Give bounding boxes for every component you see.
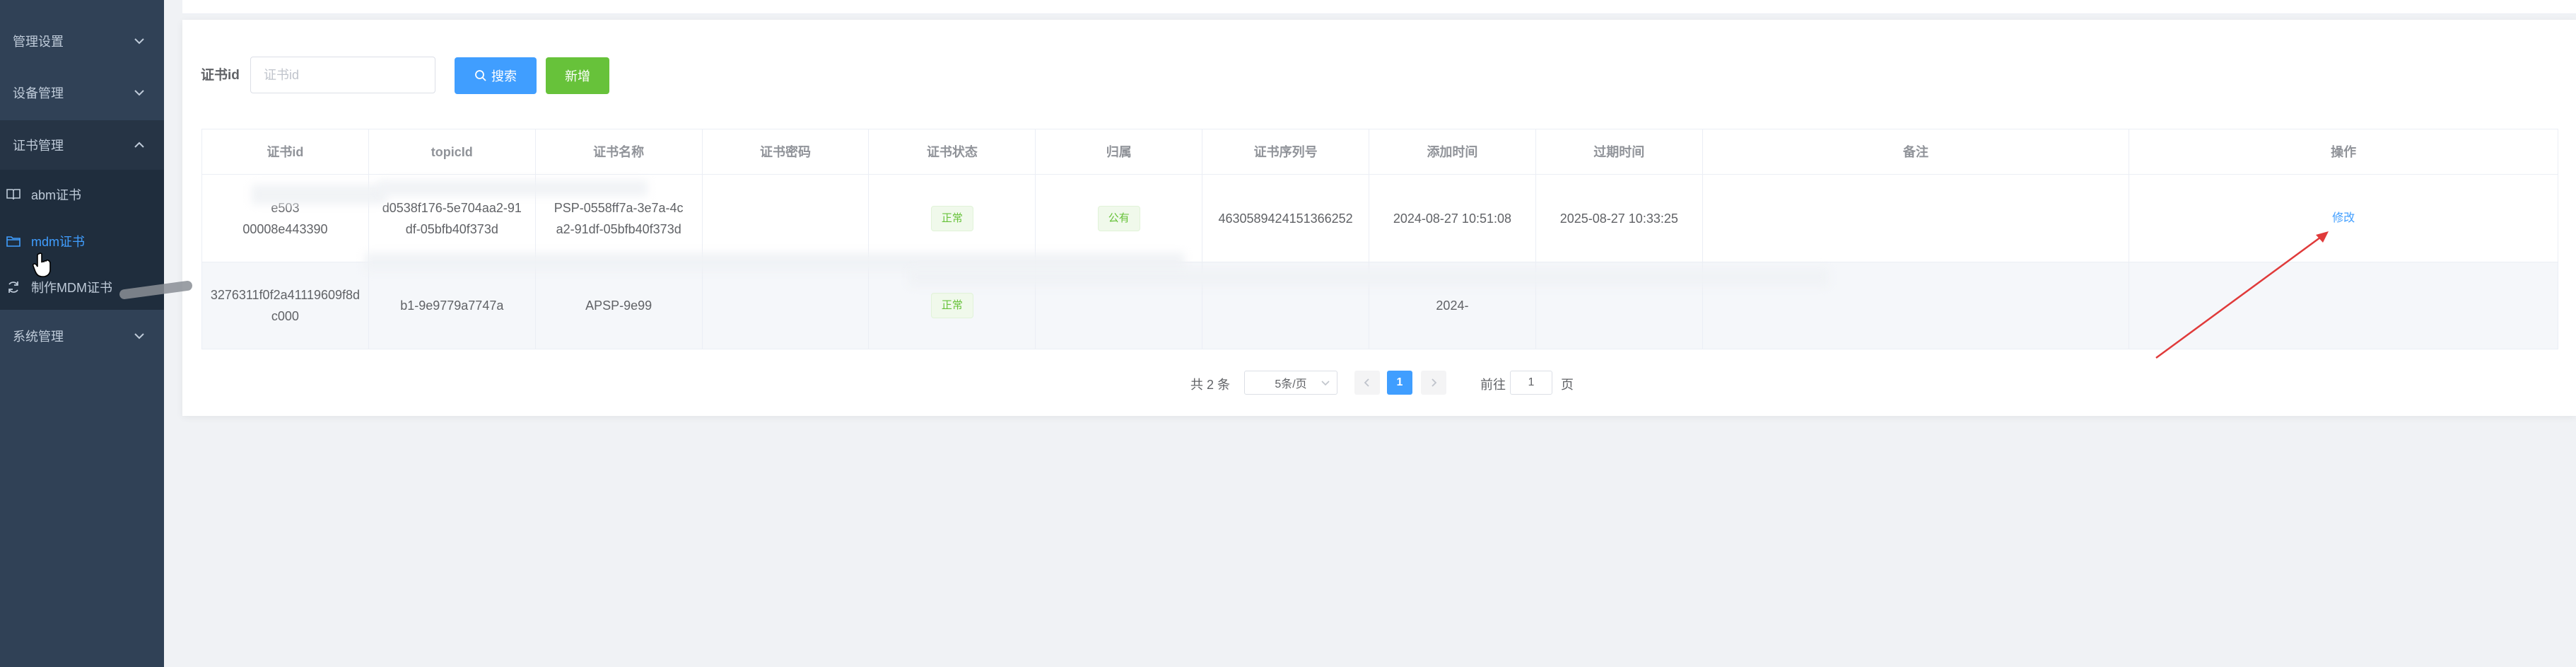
column-header-cert-password[interactable]: 证书密码	[703, 129, 870, 174]
column-header-topic-id[interactable]: topicId	[369, 129, 536, 174]
folder-icon	[6, 233, 21, 249]
pagination-total: 共 2 条	[1190, 378, 1231, 392]
cell-owner: 公有	[1036, 175, 1203, 262]
sidebar-item-label: 证书管理	[13, 139, 64, 153]
cell-actions	[2129, 262, 2558, 349]
sidebar-item-label: 系统管理	[13, 330, 64, 344]
cell-text: APSP-9e99	[585, 298, 652, 313]
cell-cert-password	[703, 262, 870, 349]
cell-cert-password	[703, 175, 870, 262]
certificate-card: 证书id 搜索 新增 证书id topicId 证书名称 证书密码 证书状态 归…	[182, 20, 2576, 416]
column-header-expire-time[interactable]: 过期时间	[1536, 129, 1703, 174]
cell-cert-status: 正常	[869, 175, 1036, 262]
sidebar-item-system-management[interactable]: 系统管理	[0, 311, 164, 361]
edit-link[interactable]: 修改	[2332, 208, 2355, 229]
search-button-label: 搜索	[491, 69, 517, 83]
sidebar-item-label: 设备管理	[13, 86, 64, 100]
filter-label: 证书id	[201, 68, 240, 83]
page-size-select[interactable]: 5条/页	[1244, 371, 1337, 395]
top-bar	[182, 0, 2576, 14]
pagination: 共 2 条 5条/页 1 前往 页	[182, 366, 2576, 399]
sidebar: 管理设置 设备管理 证书管理 abm证书 mdm证书 制作MDM证书 系统管理	[0, 0, 164, 667]
sidebar-subitem-label: abm证书	[31, 188, 82, 202]
column-header-cert-name[interactable]: 证书名称	[536, 129, 703, 174]
sidebar-item-certificate-management[interactable]: 证书管理	[0, 120, 164, 170]
sidebar-subitem-label: 制作MDM证书	[31, 281, 112, 295]
cell-text: c000	[271, 309, 299, 323]
sidebar-subitem-label: mdm证书	[31, 235, 85, 249]
certificate-id-input[interactable]	[250, 57, 435, 93]
cell-text: b1-9e9779a7747a	[400, 298, 504, 313]
column-header-remark[interactable]: 备注	[1703, 129, 2130, 174]
column-header-serial[interactable]: 证书序列号	[1202, 129, 1370, 174]
column-header-cert-id[interactable]: 证书id	[202, 129, 369, 174]
book-icon	[6, 187, 21, 202]
column-header-owner[interactable]: 归属	[1036, 129, 1203, 174]
main-content: 证书id 搜索 新增 证书id topicId 证书名称 证书密码 证书状态 归…	[164, 0, 2576, 667]
chevron-down-icon	[133, 86, 146, 99]
column-header-cert-status[interactable]: 证书状态	[869, 129, 1036, 174]
cell-cert-id: 3276311f0f2a41119609f8d c000	[202, 262, 369, 349]
chevron-right-icon	[1432, 378, 1437, 387]
column-header-added-time[interactable]: 添加时间	[1369, 129, 1536, 174]
hand-cursor-icon	[33, 253, 51, 277]
chevron-down-icon	[133, 35, 146, 47]
column-header-actions[interactable]: 操作	[2129, 129, 2558, 174]
jump-label: 前往	[1480, 378, 1506, 392]
cell-text: PSP-0558ff7a-3e7a-4c	[554, 200, 684, 215]
redaction-smudge	[379, 180, 648, 196]
page-number-button[interactable]: 1	[1387, 371, 1412, 395]
cell-expire-time: 2025-08-27 10:33:25	[1536, 175, 1703, 262]
search-icon	[475, 70, 486, 81]
sidebar-item-device-management[interactable]: 设备管理	[0, 68, 164, 117]
redaction-smudge	[252, 185, 386, 204]
cell-text: 3276311f0f2a41119609f8d	[210, 288, 361, 302]
chevron-down-icon	[1321, 381, 1330, 386]
status-badge: 正常	[930, 293, 973, 318]
cell-serial: 4630589424151366252	[1202, 175, 1370, 262]
chevron-down-icon	[133, 330, 146, 342]
sidebar-item-label: 管理设置	[13, 35, 64, 49]
cell-actions: 修改	[2129, 175, 2558, 262]
table-header: 证书id topicId 证书名称 证书密码 证书状态 归属 证书序列号 添加时…	[202, 129, 2558, 175]
sidebar-subitem-abm-certificate[interactable]: abm证书	[0, 171, 164, 218]
refresh-icon	[6, 279, 21, 295]
jump-suffix: 页	[1561, 378, 1574, 392]
redaction-smudge	[909, 268, 1828, 286]
cell-text: df-05bfb40f373d	[405, 221, 498, 236]
cell-added-time: 2024-08-27 10:51:08	[1369, 175, 1536, 262]
jump-page-input[interactable]	[1510, 371, 1552, 395]
cell-remark	[1703, 175, 2130, 262]
status-badge: 正常	[930, 205, 973, 231]
search-button[interactable]: 搜索	[455, 57, 537, 94]
cell-text: 00008e443390	[242, 221, 328, 236]
sidebar-item-admin-settings[interactable]: 管理设置	[0, 16, 164, 66]
chevron-left-icon	[1364, 378, 1369, 387]
owner-badge: 公有	[1097, 205, 1140, 231]
sidebar-subitem-mdm-certificate[interactable]: mdm证书	[0, 218, 164, 265]
chevron-up-icon	[133, 139, 146, 151]
page-size-value: 5条/页	[1275, 378, 1307, 390]
app-window: 管理设置 设备管理 证书管理 abm证书 mdm证书 制作MDM证书 系统管理 …	[0, 0, 2576, 667]
cell-topic-id: b1-9e9779a7747a	[369, 262, 536, 349]
certificate-table: 证书id topicId 证书名称 证书密码 证书状态 归属 证书序列号 添加时…	[201, 129, 2558, 349]
cell-cert-name: APSP-9e99	[536, 262, 703, 349]
previous-page-button[interactable]	[1354, 371, 1380, 395]
cell-text: a2-91df-05bfb40f373d	[556, 221, 681, 236]
next-page-button[interactable]	[1421, 371, 1446, 395]
sidebar-subitem-create-mdm-certificate[interactable]: 制作MDM证书	[0, 264, 164, 311]
add-button-label: 新增	[565, 69, 590, 83]
cell-text: d0538f176-5e704aa2-91	[382, 200, 522, 215]
add-button[interactable]: 新增	[546, 57, 609, 94]
